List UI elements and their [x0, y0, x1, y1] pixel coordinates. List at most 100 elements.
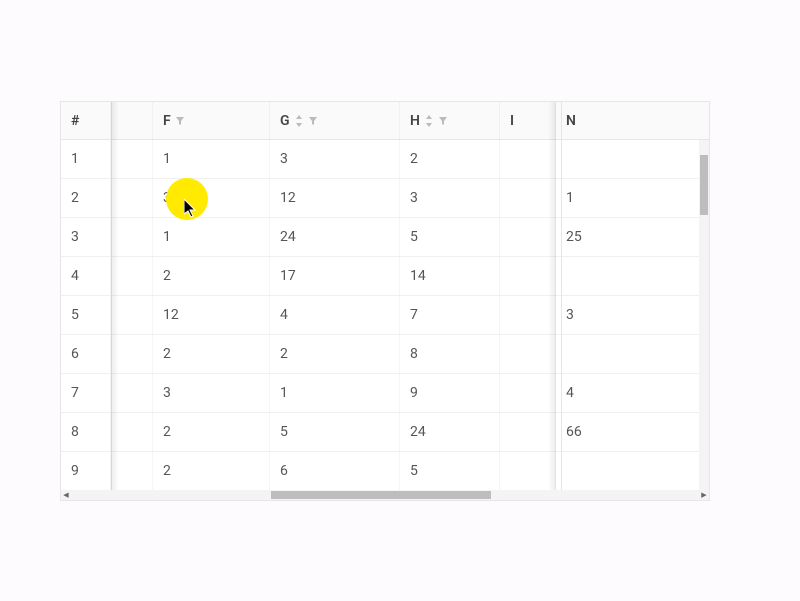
column-header-gap [111, 102, 153, 139]
table-row[interactable]: 1132 [61, 140, 699, 179]
cell-value: 5 [410, 463, 418, 479]
cell-f[interactable]: 2 [153, 335, 270, 373]
cell-gap[interactable] [111, 140, 153, 178]
cell-g[interactable]: 24 [270, 218, 400, 256]
scroll-right-icon[interactable]: ▶ [699, 490, 709, 500]
table-row[interactable]: 7 319 4 [61, 374, 699, 413]
column-header-index[interactable]: # [61, 102, 111, 139]
cell-i[interactable] [500, 452, 556, 490]
cell-idx[interactable]: 9 [61, 452, 111, 490]
cell-idx[interactable]: 2 [61, 179, 111, 217]
cell-gap[interactable] [111, 413, 153, 451]
cell-gap[interactable] [111, 452, 153, 490]
cell-n[interactable]: 66 [556, 413, 693, 451]
sort-icon[interactable] [424, 115, 434, 127]
cell-gap[interactable] [111, 179, 153, 217]
cell-idx[interactable]: 1 [61, 140, 111, 178]
column-header-label: # [71, 113, 79, 129]
cell-g[interactable]: 3 [270, 140, 400, 178]
cell-gap[interactable] [111, 296, 153, 334]
cell-f[interactable]: 3 [153, 374, 270, 412]
cell-i[interactable] [500, 413, 556, 451]
cell-g[interactable]: 12 [270, 179, 400, 217]
cell-idx[interactable]: 5 [61, 296, 111, 334]
table-row[interactable]: 5 1247 3 [61, 296, 699, 335]
cell-f[interactable]: 12 [153, 296, 270, 334]
sort-icon[interactable] [294, 115, 304, 127]
filter-icon[interactable] [438, 116, 448, 126]
cell-value: 8 [71, 424, 79, 440]
cell-idx[interactable]: 4 [61, 257, 111, 295]
horizontal-scrollbar-thumb[interactable] [271, 491, 491, 499]
cell-n[interactable] [556, 335, 693, 373]
cell-value: 2 [410, 151, 418, 167]
column-header-i[interactable]: I [500, 102, 556, 139]
table-row[interactable]: 6228 [61, 335, 699, 374]
cell-g[interactable]: 2 [270, 335, 400, 373]
cell-n[interactable]: 3 [556, 296, 693, 334]
cell-h[interactable]: 7 [400, 296, 500, 334]
cell-idx[interactable]: 7 [61, 374, 111, 412]
cell-gap[interactable] [111, 257, 153, 295]
cell-n[interactable] [556, 140, 693, 178]
cell-g[interactable]: 17 [270, 257, 400, 295]
cell-i[interactable] [500, 218, 556, 256]
cell-g[interactable]: 1 [270, 374, 400, 412]
data-grid: # F G H I [60, 101, 710, 501]
cell-f[interactable]: 2 [153, 257, 270, 295]
table-row[interactable]: 4 2 1714 [61, 257, 699, 296]
cell-f[interactable]: 2 [153, 452, 270, 490]
cell-h[interactable]: 5 [400, 452, 500, 490]
column-header-g[interactable]: G [270, 102, 400, 139]
column-header-n[interactable]: N [556, 102, 693, 139]
cell-i[interactable] [500, 257, 556, 295]
cell-h[interactable]: 2 [400, 140, 500, 178]
cell-i[interactable] [500, 335, 556, 373]
cell-h[interactable]: 9 [400, 374, 500, 412]
cell-value: 5 [280, 424, 288, 440]
cell-value: 6 [280, 463, 288, 479]
cell-value: 2 [163, 268, 171, 284]
horizontal-scrollbar[interactable]: ◀ ▶ [61, 490, 709, 500]
cell-value: 2 [163, 346, 171, 362]
scroll-left-icon[interactable]: ◀ [61, 490, 71, 500]
cell-f[interactable]: 2 [153, 413, 270, 451]
cell-n[interactable]: 1 [556, 179, 693, 217]
cell-f[interactable]: 1 [153, 218, 270, 256]
cell-n[interactable] [556, 452, 693, 490]
cell-idx[interactable]: 6 [61, 335, 111, 373]
cell-i[interactable] [500, 179, 556, 217]
cell-n[interactable]: 25 [556, 218, 693, 256]
cell-h[interactable]: 24 [400, 413, 500, 451]
cell-h[interactable]: 5 [400, 218, 500, 256]
cell-h[interactable]: 3 [400, 179, 500, 217]
cell-i[interactable] [500, 374, 556, 412]
horizontal-scrollbar-track[interactable] [71, 490, 699, 500]
cell-idx[interactable]: 8 [61, 413, 111, 451]
cell-gap[interactable] [111, 374, 153, 412]
cell-f[interactable]: 3 [153, 179, 270, 217]
cell-idx[interactable]: 3 [61, 218, 111, 256]
cell-i[interactable] [500, 140, 556, 178]
cell-g[interactable]: 5 [270, 413, 400, 451]
cell-h[interactable]: 14 [400, 257, 500, 295]
cell-i[interactable] [500, 296, 556, 334]
cell-n[interactable] [556, 257, 693, 295]
table-row[interactable]: 2 3123 1 [61, 179, 699, 218]
vertical-scrollbar[interactable] [699, 140, 709, 490]
column-header-f[interactable]: F [153, 102, 270, 139]
cell-f[interactable]: 1 [153, 140, 270, 178]
table-row[interactable]: 3 1245 25 [61, 218, 699, 257]
cell-h[interactable]: 8 [400, 335, 500, 373]
table-row[interactable]: 8 25 24 66 [61, 413, 699, 452]
column-header-h[interactable]: H [400, 102, 500, 139]
cell-gap[interactable] [111, 335, 153, 373]
cell-n[interactable]: 4 [556, 374, 693, 412]
cell-g[interactable]: 6 [270, 452, 400, 490]
table-row[interactable]: 9 26 5 [61, 452, 699, 490]
filter-icon[interactable] [175, 116, 185, 126]
vertical-scrollbar-thumb[interactable] [700, 155, 708, 215]
cell-g[interactable]: 4 [270, 296, 400, 334]
cell-gap[interactable] [111, 218, 153, 256]
filter-icon[interactable] [308, 116, 318, 126]
